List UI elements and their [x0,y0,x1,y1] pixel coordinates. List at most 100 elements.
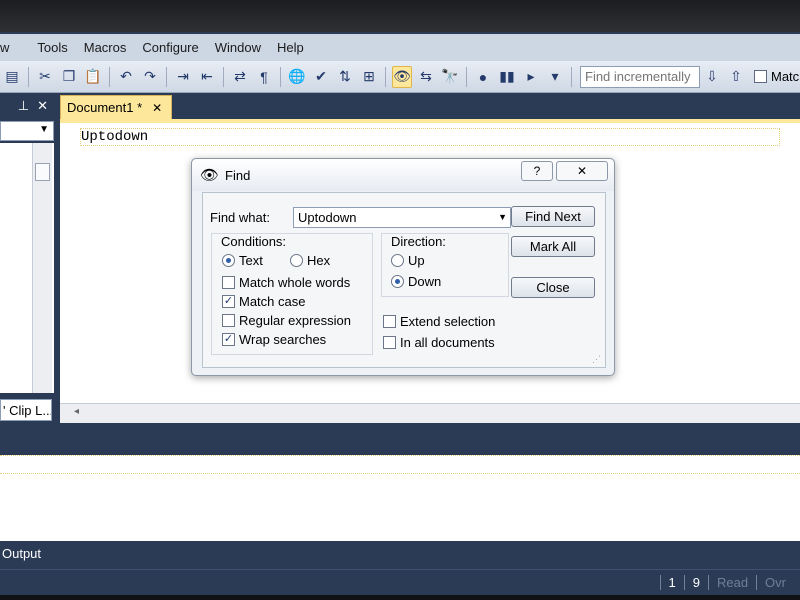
text-radio[interactable] [222,254,235,267]
menu-macros[interactable]: Macros [80,40,139,55]
paste-icon[interactable]: 📋 [83,66,103,88]
chevron-down-icon[interactable]: ▼ [498,212,507,222]
dialog-title: Find [225,167,251,183]
status-overwrite: Ovr [756,575,794,590]
pin-icon[interactable]: ⊥ [18,98,29,114]
output-panel[interactable] [0,455,800,541]
extend-selection-checkbox[interactable] [383,315,396,328]
down-radio-label: Down [408,274,442,289]
extend-selection-label: Extend selection [400,314,496,329]
left-panel-header: ⊥ ✕ [0,93,56,119]
wrap-icon[interactable]: ⇄ [230,66,250,88]
replace-icon[interactable]: ⇆ [416,66,436,88]
regular-expression-label: Regular expression [239,313,352,328]
tab-document1[interactable]: Document1 * ✕ [60,95,172,119]
eye-icon: 👁 [200,167,220,184]
in-all-documents-checkbox[interactable] [383,336,396,349]
match-case-checkbox[interactable] [754,70,767,83]
text-radio-label: Text [239,253,263,268]
in-all-documents-label: In all documents [400,335,495,350]
find-icon[interactable]: 👁 [392,65,412,88]
status-read: Read [707,575,756,590]
direction-label: Direction: [391,234,446,249]
menu-help[interactable]: Help [273,40,316,55]
copy-icon[interactable]: ❐ [59,66,79,88]
pilcrow-icon[interactable]: ¶ [254,66,274,88]
close-icon[interactable]: ✕ [152,101,162,115]
help-button[interactable]: ? [521,161,553,181]
regular-expression-checkbox[interactable] [222,314,235,327]
status-line: 1 [659,575,684,590]
toolbar: ▤ ✂ ❐ 📋 ↶ ↷ ⇥ ⇤ ⇄ ¶ 🌐 ✔ ⇅ ⊞ 👁 ⇆ 🔭 ● ▮▮ ▸… [0,61,800,93]
dialog-close-button[interactable]: ✕ [556,161,608,181]
editor-line[interactable]: Uptodown [80,128,780,146]
match-case-checkbox[interactable]: ✓ [222,295,235,308]
sort-icon[interactable]: ⇅ [335,66,355,88]
output-line [0,456,800,474]
find-next-up-icon[interactable]: ⇧ [726,66,746,88]
find-in-files-icon[interactable]: 🔭 [440,66,460,88]
mark-all-button[interactable]: Mark All [511,236,595,257]
scrollbar-thumb[interactable] [35,163,50,181]
globe-icon[interactable]: 🌐 [287,66,307,88]
cut-icon[interactable]: ✂ [35,66,55,88]
match-whole-words-checkbox[interactable] [222,276,235,289]
close-button[interactable]: Close [511,277,595,298]
stop-macro-icon[interactable]: ▮▮ [497,66,517,88]
menu-view[interactable]: w [0,40,21,55]
find-what-input[interactable]: Uptodown ▼ [293,207,511,228]
menu-window[interactable]: Window [211,40,273,55]
scroll-left-icon[interactable]: ◂ [74,406,79,417]
record-macro-icon[interactable]: ● [473,66,493,88]
output-tab[interactable]: Output [0,541,800,569]
find-what-label: Find what: [210,210,270,225]
match-case-label: Match case [239,294,306,309]
toolbar-separator [385,66,386,87]
properties-icon[interactable]: ▤ [2,66,22,88]
editor-horizontal-scrollbar[interactable]: ◂ [60,403,800,423]
indent-icon[interactable]: ⇥ [173,66,193,88]
tab-label: Document1 * [67,100,143,115]
dialog-body: Find what: Uptodown ▼ Conditions: Text H… [202,192,606,368]
conditions-label: Conditions: [221,234,287,249]
clip-library-tab[interactable]: ' Clip L... [0,399,52,421]
toolbar-separator [571,66,572,87]
toolbar-separator [166,66,167,87]
toolbar-overflow-icon[interactable]: ▾ [545,66,565,88]
menu-configure[interactable]: Configure [138,40,210,55]
find-incrementally-input[interactable] [580,65,700,88]
close-icon[interactable]: ✕ [37,98,48,114]
menu-bar: w Tools Macros Configure Window Help [0,34,800,61]
wrap-searches-checkbox[interactable]: ✓ [222,333,235,346]
spellcheck-icon[interactable]: ✔ [311,66,331,88]
app-window: w Tools Macros Configure Window Help ▤ ✂… [0,0,800,600]
play-macro-icon[interactable]: ▸ [521,66,541,88]
toolbar-separator [280,66,281,87]
up-radio[interactable] [391,254,404,267]
resize-grip-icon[interactable]: ⋰ [592,354,601,365]
up-radio-label: Up [408,253,425,268]
undo-icon[interactable]: ↶ [116,66,136,88]
toolbar-separator [223,66,224,87]
redo-icon[interactable]: ↷ [140,66,160,88]
menu-tools[interactable]: Tools [21,40,79,55]
toolbar-separator [466,66,467,87]
left-panel: ⊥ ✕ ▼ ' Clip L... [0,93,56,423]
chevron-down-icon: ▼ [39,124,49,135]
hex-radio-label: Hex [307,253,331,268]
hex-radio[interactable] [290,254,303,267]
document-tabstrip: Document1 * ✕ [60,93,800,119]
wrap-searches-label: Wrap searches [239,332,327,347]
find-next-down-icon[interactable]: ⇩ [702,66,722,88]
left-panel-scrollbar[interactable] [32,143,52,393]
zoom-icon[interactable]: ⊞ [359,66,379,88]
status-bar: 1 9 Read Ovr [0,569,800,595]
left-panel-combo[interactable]: ▼ [0,121,54,141]
splitter-bar[interactable] [0,427,800,455]
toolbar-separator [109,66,110,87]
outdent-icon[interactable]: ⇤ [197,66,217,88]
find-next-button[interactable]: Find Next [511,206,595,227]
match-whole-words-label: Match whole words [239,275,351,290]
status-column: 9 [683,575,708,590]
down-radio[interactable] [391,275,404,288]
